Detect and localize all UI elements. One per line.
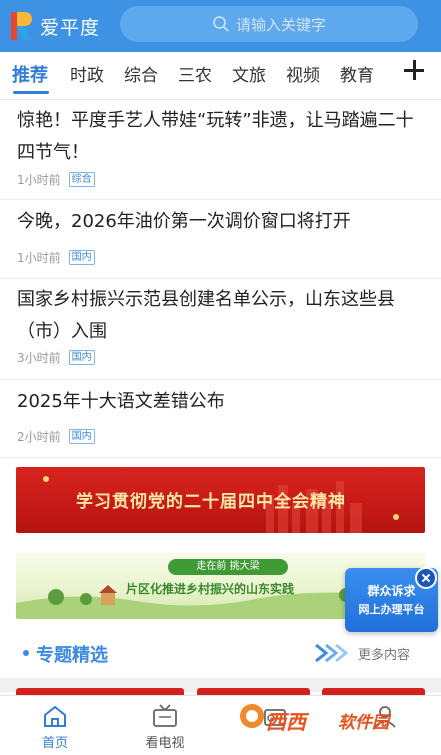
watermark: 西西 软件园 <box>238 698 438 738</box>
news-time: 2小时前 <box>17 430 61 444</box>
more-content-link[interactable]: 更多内容 <box>358 644 410 663</box>
tab-culture-tourism[interactable]: 文旅 <box>232 61 266 86</box>
app-logo[interactable]: 爱平度 <box>8 7 108 45</box>
logo-icon <box>11 12 32 40</box>
widget-line2: 网上办理平台 <box>358 603 425 616</box>
news-item[interactable]: 今晚，2026年油价第一次调价窗口将打开 1小时前 国内 <box>0 200 441 279</box>
home-icon <box>44 705 66 727</box>
news-meta: 1小时前 综合 <box>17 171 95 188</box>
news-item[interactable]: 国家乡村振兴示范县创建名单公示，山东这些县（市）入围 3小时前 国内 <box>0 279 441 380</box>
news-meta: 3小时前 国内 <box>17 349 95 366</box>
section-title: 专题精选 <box>36 645 108 666</box>
double-chevron-icon <box>315 643 349 663</box>
tab-video[interactable]: 视频 <box>286 61 320 86</box>
category-tabs: 推荐 时政 综合 三农 文旅 视频 教育 <box>0 52 441 100</box>
nav-tv[interactable]: 看电视 <box>120 696 210 755</box>
watermark-logo-icon <box>240 704 264 728</box>
banner-green-text: 片区化推进乡村振兴的山东实践 <box>126 582 295 596</box>
news-tag: 国内 <box>68 350 95 365</box>
news-item[interactable]: 2025年十大语文差错公布 2小时前 国内 <box>0 380 441 458</box>
nav-home[interactable]: 首页 <box>10 696 100 755</box>
news-title: 今晚，2026年油价第一次调价窗口将打开 <box>17 211 351 232</box>
tab-education[interactable]: 教育 <box>340 61 374 86</box>
app-name: 爱平度 <box>40 16 101 39</box>
section-dot-icon <box>23 650 29 656</box>
news-tag: 国内 <box>68 250 95 265</box>
watermark-part2: 软件园 <box>338 713 389 733</box>
search-input[interactable]: 请输入关键字 <box>120 6 418 42</box>
close-icon[interactable] <box>415 567 437 589</box>
news-meta: 2小时前 国内 <box>17 428 95 445</box>
news-time: 1小时前 <box>17 251 61 265</box>
news-title: 2025年十大语文差错公布 <box>17 391 225 412</box>
nav-home-label: 首页 <box>41 736 68 751</box>
tab-politics[interactable]: 时政 <box>70 61 104 86</box>
news-meta: 1小时前 国内 <box>17 249 95 266</box>
tab-general[interactable]: 综合 <box>124 61 158 86</box>
news-item[interactable]: 惊艳！平度手艺人带娃“玩转”非遗，让马踏遍二十四节气！ 1小时前 综合 <box>0 101 441 200</box>
news-title: 国家乡村振兴示范县创建名单公示，山东这些县（市）入围 <box>17 289 395 342</box>
tab-recommend[interactable]: 推荐 <box>12 61 48 87</box>
news-tag: 综合 <box>68 172 95 187</box>
tab-agriculture[interactable]: 三农 <box>178 61 212 86</box>
search-placeholder: 请输入关键字 <box>235 15 326 34</box>
active-tab-indicator <box>13 91 49 94</box>
banner-green-badge: 走在前 挑大梁 <box>168 559 288 575</box>
banner-red-text: 学习贯彻党的二十届四中全会精神 <box>76 492 346 512</box>
featured-topics-header: 专题精选 更多内容 <box>0 630 441 678</box>
plus-icon[interactable] <box>402 58 426 82</box>
watermark-part1: 西西 <box>266 710 306 734</box>
nav-tv-label: 看电视 <box>145 736 185 751</box>
tv-icon <box>153 704 177 727</box>
news-time: 3小时前 <box>17 351 61 365</box>
party-study-banner[interactable]: 学习贯彻党的二十届四中全会精神 <box>16 467 425 533</box>
search-icon <box>213 16 229 32</box>
news-time: 1小时前 <box>17 173 61 187</box>
news-tag: 国内 <box>68 429 95 444</box>
news-title: 惊艳！平度手艺人带娃“玩转”非遗，让马踏遍二十四节气！ <box>17 110 414 163</box>
app-header: 爱平度 请输入关键字 <box>0 0 441 52</box>
